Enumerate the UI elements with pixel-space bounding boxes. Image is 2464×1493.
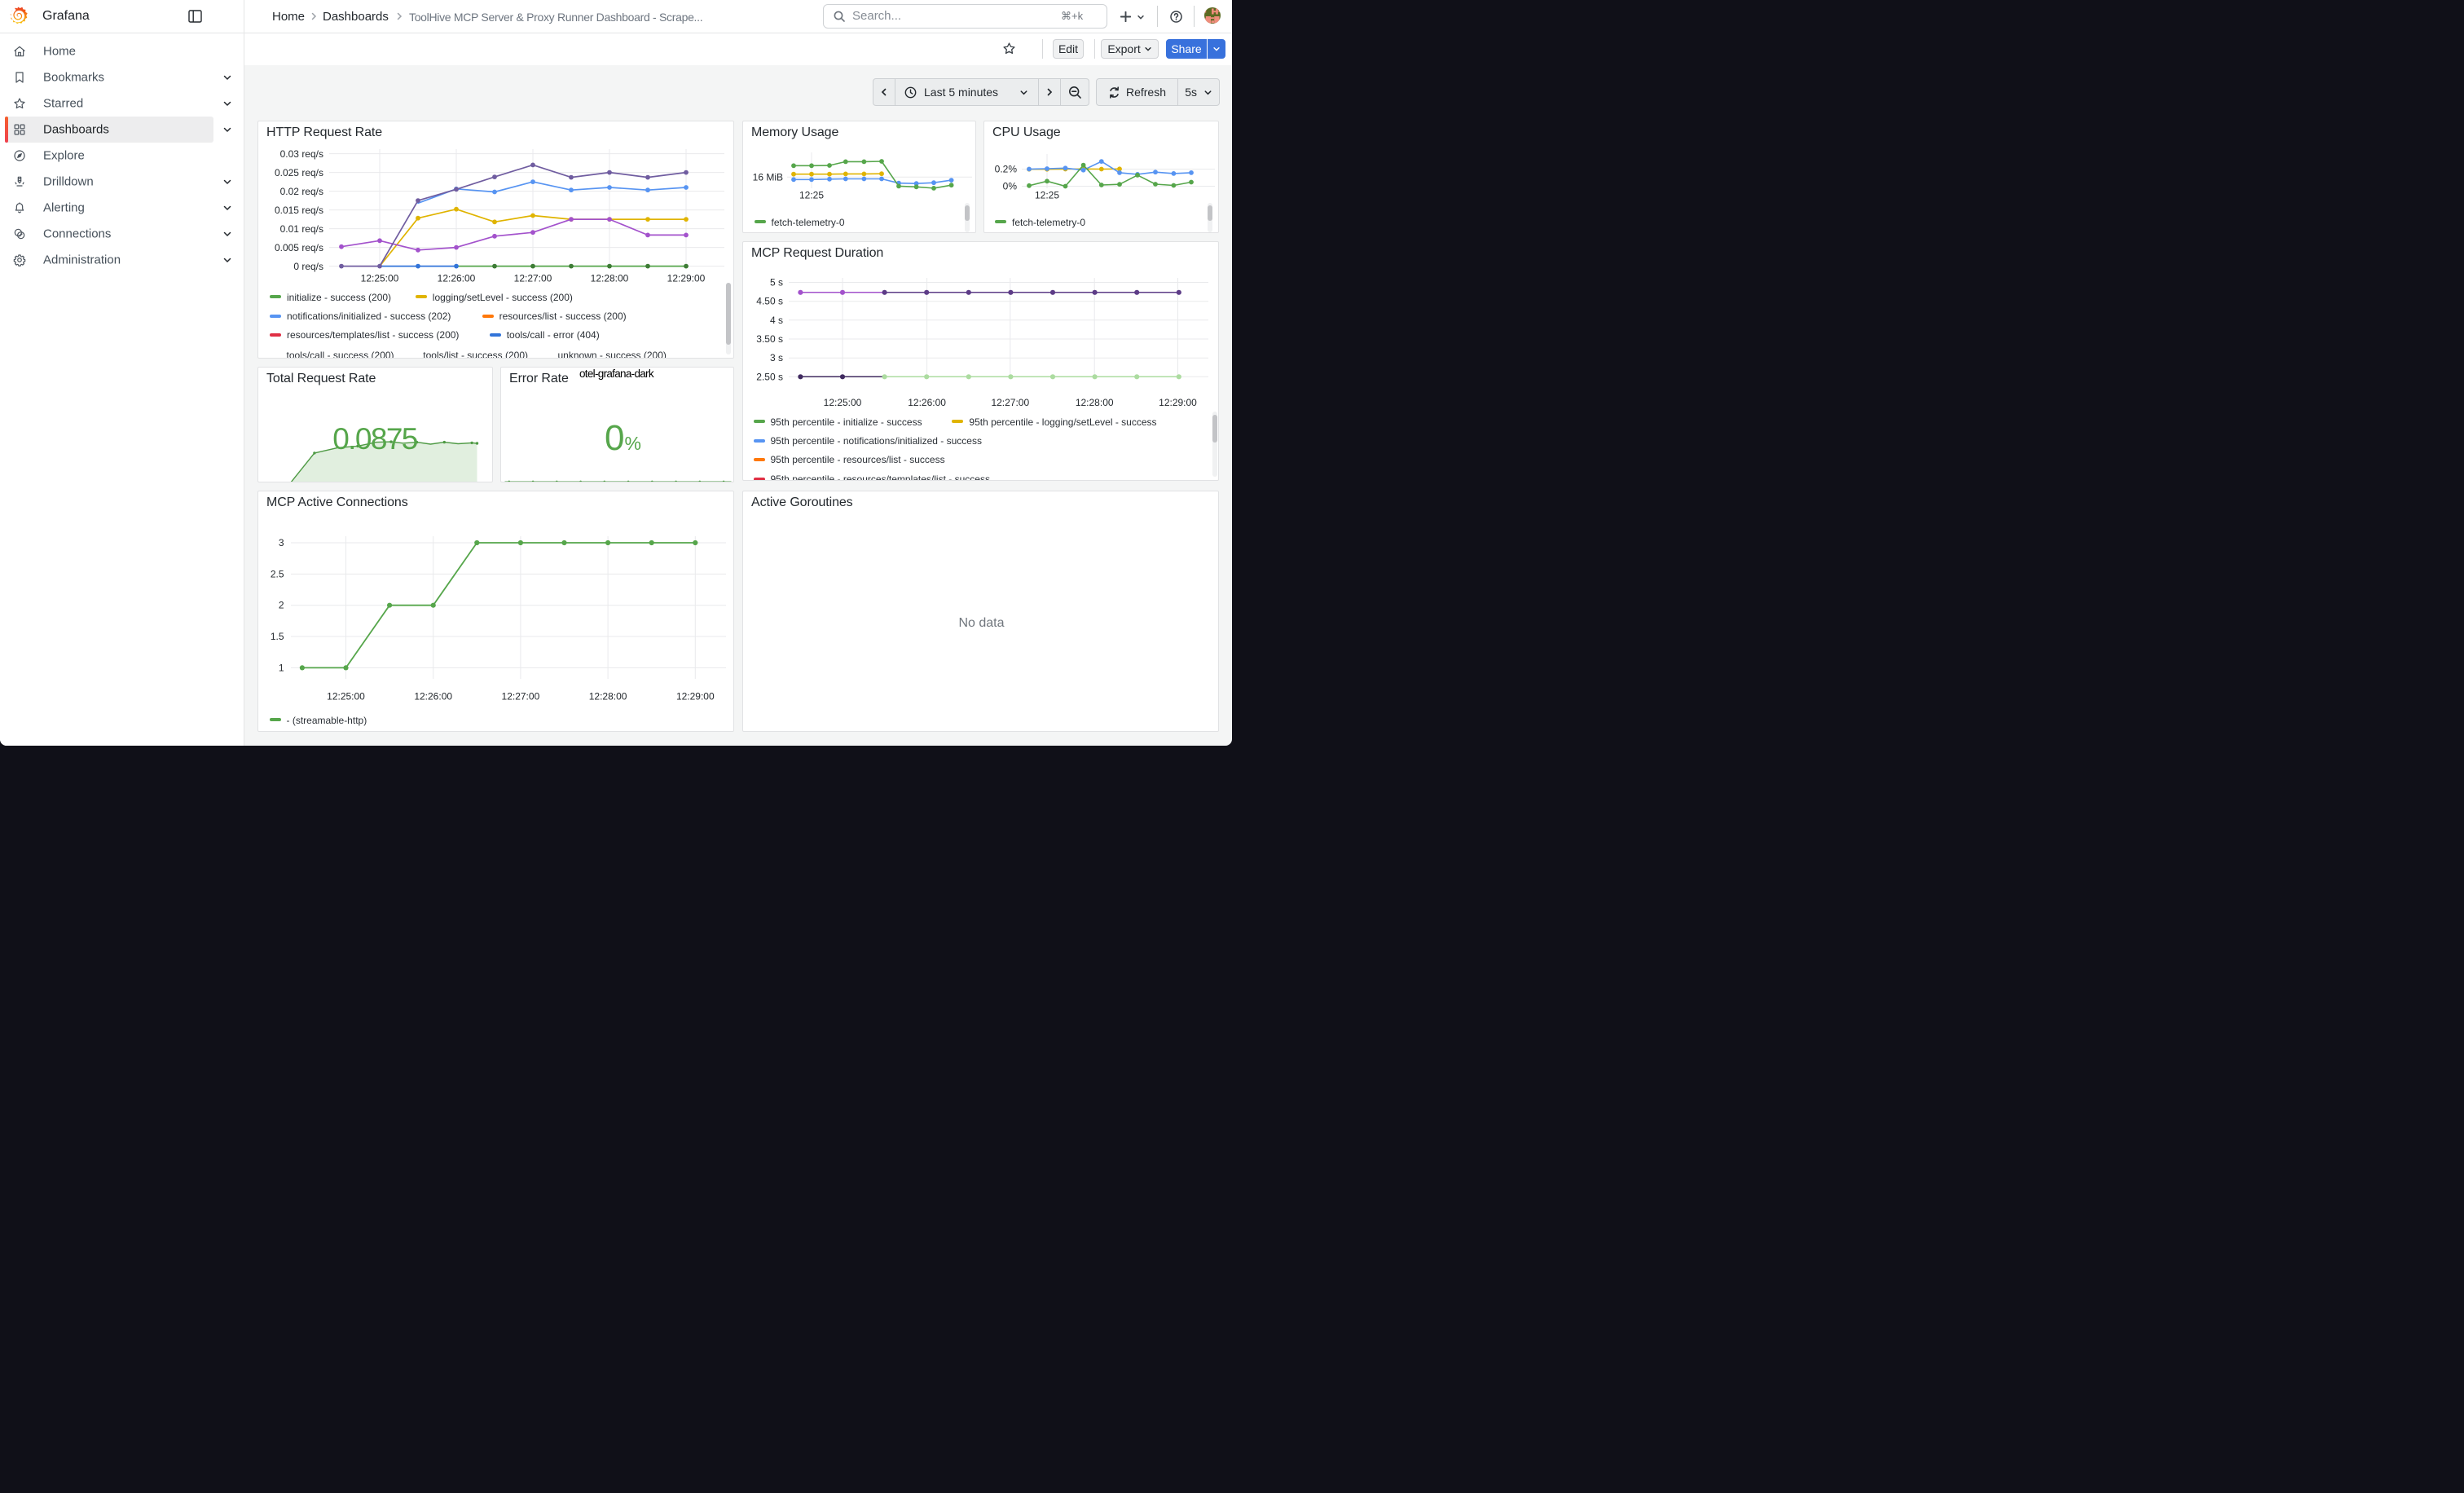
svg-text:0 req/s: 0 req/s bbox=[293, 261, 323, 272]
svg-text:12:25: 12:25 bbox=[1035, 190, 1059, 201]
svg-text:12:27:00: 12:27:00 bbox=[991, 397, 1029, 408]
svg-text:12:25:00: 12:25:00 bbox=[327, 691, 365, 702]
svg-text:1.5: 1.5 bbox=[271, 631, 284, 642]
svg-text:0.2%: 0.2% bbox=[995, 164, 1018, 175]
svg-text:5 s: 5 s bbox=[770, 277, 783, 288]
svg-text:12:27:00: 12:27:00 bbox=[502, 691, 540, 702]
svg-text:0.005 req/s: 0.005 req/s bbox=[275, 242, 323, 253]
svg-text:0.03 req/s: 0.03 req/s bbox=[280, 148, 323, 160]
svg-text:12:29:00: 12:29:00 bbox=[676, 691, 715, 702]
svg-text:12:26:00: 12:26:00 bbox=[414, 691, 452, 702]
svg-text:0%: 0% bbox=[1003, 181, 1018, 192]
svg-text:12:29:00: 12:29:00 bbox=[667, 273, 706, 284]
svg-text:2: 2 bbox=[279, 600, 284, 611]
svg-text:12:29:00: 12:29:00 bbox=[1159, 397, 1197, 408]
svg-text:1: 1 bbox=[279, 662, 284, 673]
svg-text:12:25:00: 12:25:00 bbox=[824, 397, 862, 408]
svg-text:12:28:00: 12:28:00 bbox=[1076, 397, 1114, 408]
svg-text:12:26:00: 12:26:00 bbox=[908, 397, 946, 408]
svg-text:0.025 req/s: 0.025 req/s bbox=[275, 167, 323, 178]
svg-text:12:26:00: 12:26:00 bbox=[438, 273, 476, 284]
svg-text:4.50 s: 4.50 s bbox=[756, 296, 783, 307]
svg-text:0.02 req/s: 0.02 req/s bbox=[280, 186, 323, 197]
svg-text:3 s: 3 s bbox=[770, 352, 783, 363]
svg-text:12:28:00: 12:28:00 bbox=[589, 691, 627, 702]
svg-text:0.015 req/s: 0.015 req/s bbox=[275, 205, 323, 216]
svg-text:0.01 req/s: 0.01 req/s bbox=[280, 223, 323, 235]
svg-text:4 s: 4 s bbox=[770, 315, 783, 326]
svg-text:12:25: 12:25 bbox=[799, 190, 824, 201]
svg-text:3.50 s: 3.50 s bbox=[756, 333, 783, 345]
svg-text:3: 3 bbox=[279, 537, 284, 548]
svg-text:2.50 s: 2.50 s bbox=[756, 371, 783, 382]
svg-text:16 MiB: 16 MiB bbox=[753, 171, 783, 183]
svg-text:2.5: 2.5 bbox=[271, 568, 284, 579]
svg-text:12:27:00: 12:27:00 bbox=[514, 273, 552, 284]
svg-text:12:28:00: 12:28:00 bbox=[591, 273, 629, 284]
svg-text:12:25:00: 12:25:00 bbox=[361, 273, 399, 284]
